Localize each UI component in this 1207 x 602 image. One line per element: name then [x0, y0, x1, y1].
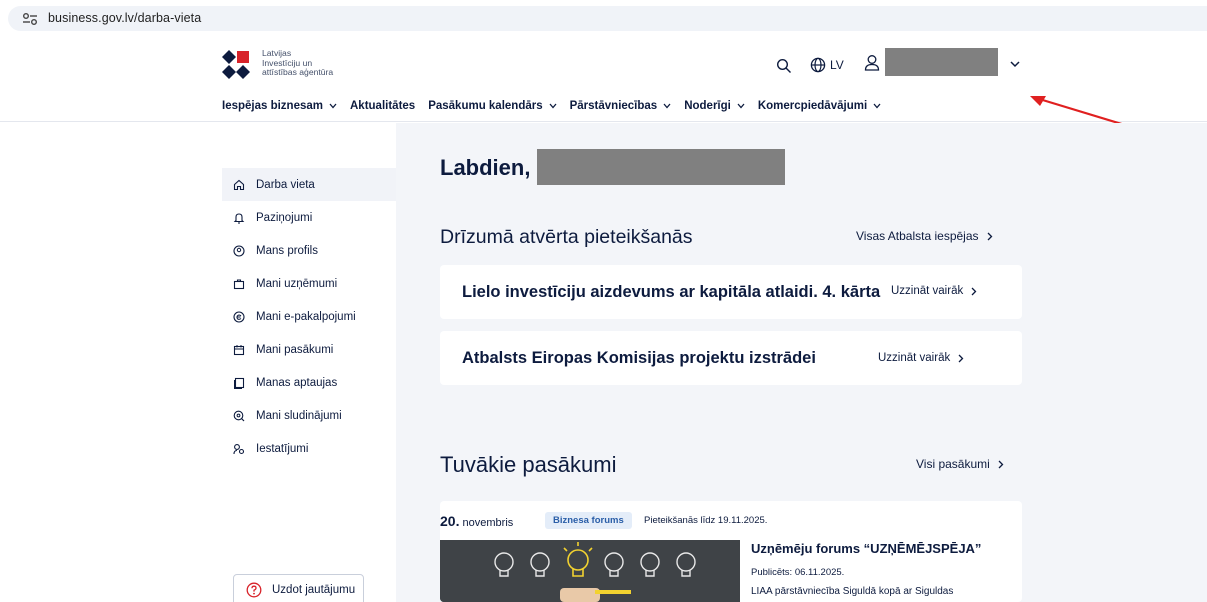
nav-item-noderigi[interactable]: Noderīgi — [684, 100, 745, 112]
sidebar-item-pazinojumi[interactable]: Paziņojumi — [222, 201, 396, 234]
opportunity-card[interactable]: Atbalsts Eiropas Komisijas projektu izst… — [440, 331, 1022, 385]
event-type-badge: Biznesa forums — [545, 512, 632, 529]
ask-question-label: Uzdot jautājumu — [272, 584, 356, 596]
chevron-down-icon — [549, 103, 557, 109]
chevron-down-icon — [873, 103, 881, 109]
nav-label: Pārstāvniecības — [569, 100, 658, 112]
sidebar-item-manas-aptaujas[interactable]: Manas aptaujas — [222, 366, 396, 399]
sidebar-item-label: Mani e-pakalpojumi — [256, 310, 356, 323]
sidebar-item-label: Paziņojumi — [256, 211, 313, 224]
learn-more-link[interactable]: Uzzināt vairāk — [891, 285, 977, 297]
event-date: 20. novembris — [440, 513, 513, 529]
bell-icon — [233, 212, 245, 224]
briefcase-icon — [233, 278, 245, 289]
event-description: LIAA pārstāvniecība Siguldā kopā ar Sigu… — [751, 586, 954, 597]
link-label: Uzzināt vairāk — [878, 352, 951, 364]
main-navigation: Iespējas biznesam Aktualitātes Pasākumu … — [222, 100, 881, 112]
logo-line: attīstības aģentūra — [262, 67, 334, 78]
question-icon — [246, 582, 262, 598]
section-title-opening: Drīzumā atvērta pieteikšanās — [440, 226, 693, 248]
event-image[interactable] — [440, 540, 740, 602]
page-title: Labdien, — [440, 155, 531, 180]
sidebar: Darba vieta Paziņojumi Mans profils Mani… — [222, 168, 396, 465]
language-label: LV — [830, 58, 844, 72]
link-label: Visas Atbalsta iespējas — [856, 229, 979, 243]
sidebar-item-mani-pasakumi[interactable]: Mani pasākumi — [222, 333, 396, 366]
sidebar-item-label: Mani sludinājumi — [256, 409, 342, 422]
browser-address-bar: business.gov.lv/darba-vieta — [0, 0, 1207, 36]
sidebar-item-label: Mans profils — [256, 244, 318, 257]
event-published-date: Publicēts: 06.11.2025. — [751, 567, 845, 578]
nav-item-iespejas-biznesam[interactable]: Iespējas biznesam — [222, 100, 337, 112]
event-title[interactable]: Uzņēmēju forums “UZŅĒMĒJSPĒJA” — [751, 541, 981, 556]
sidebar-item-mani-uznemumi[interactable]: Mani uzņēmumi — [222, 267, 396, 300]
chevron-right-icon — [998, 460, 1004, 468]
event-card[interactable]: 20. novembris Biznesa forums Pieteikšanā… — [440, 501, 1022, 602]
site-settings-icon[interactable] — [22, 12, 38, 26]
ads-icon — [233, 410, 245, 421]
sidebar-item-label: Mani uzņēmumi — [256, 277, 338, 290]
url-text: business.gov.lv/darba-vieta — [48, 11, 202, 25]
language-switcher[interactable]: LV — [810, 56, 844, 74]
chevron-right-icon — [958, 354, 964, 362]
site-header: Latvijas Investīciju un attīstības aģent… — [0, 36, 1207, 134]
event-deadline: Pieteikšanās līdz 19.11.2025. — [644, 515, 768, 526]
section-title-events: Tuvākie pasākumi — [440, 452, 617, 477]
chevron-down-icon — [329, 103, 337, 109]
card-title: Atbalsts Eiropas Komisijas projektu izst… — [462, 349, 816, 367]
calendar-icon — [233, 344, 245, 355]
settings-icon — [233, 443, 245, 454]
card-title: Lielo investīciju aizdevums ar kapitāla … — [462, 283, 881, 301]
link-label: Uzzināt vairāk — [891, 285, 964, 297]
sidebar-item-label: Mani pasākumi — [256, 343, 334, 356]
chevron-right-icon — [987, 232, 992, 240]
survey-icon — [234, 377, 245, 389]
profile-icon — [233, 244, 245, 257]
nav-item-aktualitates[interactable]: Aktualitātes — [350, 100, 415, 112]
sidebar-item-mani-e-pakalpojumi[interactable]: Mani e-pakalpojumi — [222, 300, 396, 333]
sidebar-item-label: Manas aptaujas — [256, 376, 338, 389]
sidebar-item-label: Iestatījumi — [256, 442, 309, 455]
redacted-user-name — [537, 149, 785, 185]
user-icon[interactable] — [864, 54, 880, 72]
nav-item-komercpiedavajumi[interactable]: Komercpiedāvājumi — [758, 100, 881, 112]
eservice-icon — [233, 310, 245, 323]
liaa-logo-icon[interactable] — [222, 50, 262, 80]
home-icon — [233, 179, 245, 190]
sidebar-item-iestatijumi[interactable]: Iestatījumi — [222, 432, 396, 465]
logo-text: Latvijas Investīciju un attīstības aģent… — [262, 48, 334, 78]
nav-label: Pasākumu kalendārs — [428, 100, 543, 112]
chevron-down-icon[interactable] — [1008, 58, 1022, 70]
sidebar-item-label: Darba vieta — [256, 178, 315, 191]
chevron-down-icon — [737, 103, 745, 109]
sidebar-item-mans-profils[interactable]: Mans profils — [222, 234, 396, 267]
all-events-link[interactable]: Visi pasākumi — [916, 457, 1004, 471]
ask-question-button[interactable]: Uzdot jautājumu — [233, 574, 364, 602]
globe-icon — [810, 57, 826, 73]
event-day: 20. — [440, 513, 460, 529]
nav-item-parstavniecibas[interactable]: Pārstāvniecības — [570, 100, 672, 112]
opportunity-card[interactable]: Lielo investīciju aizdevums ar kapitāla … — [440, 265, 1022, 319]
sidebar-item-darba-vieta[interactable]: Darba vieta — [222, 168, 396, 201]
link-label: Visi pasākumi — [916, 457, 990, 471]
chevron-down-icon — [663, 103, 671, 109]
search-icon[interactable] — [776, 58, 792, 74]
all-support-link[interactable]: Visas Atbalsta iespējas — [856, 229, 993, 243]
redacted-username[interactable] — [885, 48, 998, 76]
nav-label: Komercpiedāvājumi — [757, 100, 868, 112]
nav-label: Aktualitātes — [350, 100, 416, 112]
nav-item-pasakumu-kalendars[interactable]: Pasākumu kalendārs — [428, 100, 557, 112]
chevron-right-icon — [971, 287, 977, 295]
url-field[interactable]: business.gov.lv/darba-vieta — [8, 6, 1207, 31]
learn-more-link[interactable]: Uzzināt vairāk — [878, 352, 964, 364]
nav-label: Iespējas biznesam — [222, 100, 323, 112]
event-month: novembris — [462, 517, 514, 529]
sidebar-item-mani-sludinajumi[interactable]: Mani sludinājumi — [222, 399, 396, 432]
lightbulbs-illustration — [440, 540, 740, 602]
nav-label: Noderīgi — [684, 100, 731, 112]
